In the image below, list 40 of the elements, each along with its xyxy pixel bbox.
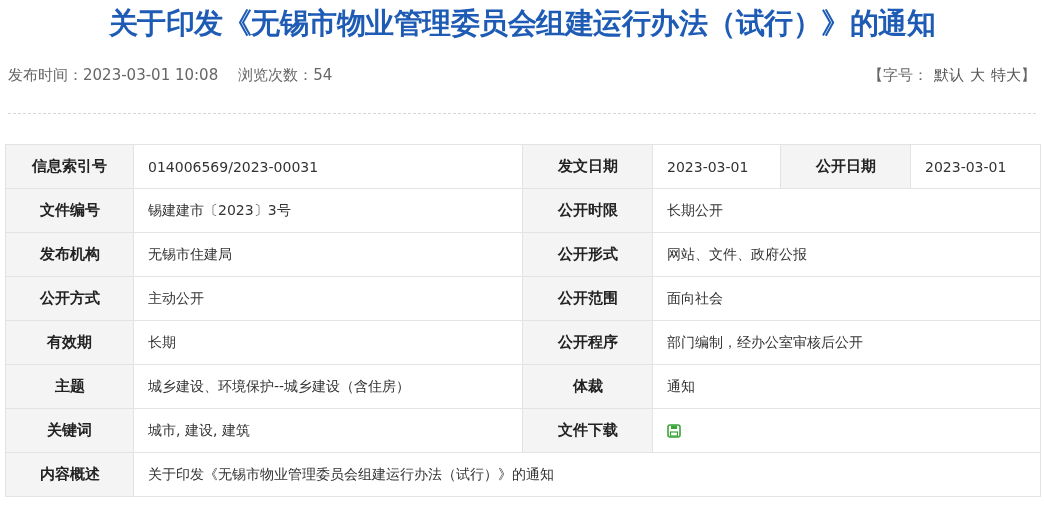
save-icon[interactable] xyxy=(667,423,681,438)
font-size-link[interactable]: 默认 xyxy=(934,66,964,85)
font-size-link[interactable]: 特大 xyxy=(991,66,1021,85)
field-value: 城市, 建设, 建筑 xyxy=(148,421,250,438)
field-label: 文件下载 xyxy=(557,421,618,439)
field-label: 关键词 xyxy=(47,421,92,439)
view-count: 浏览次数：54 xyxy=(238,66,333,85)
field-value: 网站、文件、政府公报 xyxy=(667,245,807,262)
field-label: 公开范围 xyxy=(557,289,618,307)
field-label: 文件编号 xyxy=(39,201,100,219)
field-value: 主动公开 xyxy=(148,289,204,306)
field-value: 长期 xyxy=(148,333,176,350)
field-label: 内容概述 xyxy=(39,465,100,483)
font-size-link[interactable]: 大 xyxy=(970,66,985,85)
field-value: 014006569/2023-00031 xyxy=(148,158,319,175)
field-label: 公开时限 xyxy=(557,201,618,219)
field-label: 主题 xyxy=(54,377,85,395)
field-value: 2023-03-01 xyxy=(925,158,1007,175)
field-value: 2023-03-01 xyxy=(667,158,749,175)
field-label: 公开日期 xyxy=(815,157,876,175)
bracket: 】 xyxy=(1021,66,1036,85)
font-size-label: 【字号： xyxy=(868,66,928,85)
field-value: 锡建建市〔2023〕3号 xyxy=(148,201,291,218)
field-label: 公开方式 xyxy=(39,289,100,307)
field-value: 面向社会 xyxy=(667,289,723,306)
page-title: 关于印发《无锡市物业管理委员会组建运行办法（试行）》的通知 xyxy=(107,5,937,42)
field-value: 部门编制，经办公室审核后公开 xyxy=(667,333,863,350)
field-label: 有效期 xyxy=(47,333,92,351)
field-value: 通知 xyxy=(667,377,695,394)
publish-time: 发布时间：2023-03-01 10:08 xyxy=(8,66,219,85)
field-value: 关于印发《无锡市物业管理委员会组建运行办法（试行）》的通知 xyxy=(148,465,554,482)
field-value: 城乡建设、环境保护--城乡建设（含住房） xyxy=(148,377,411,394)
field-value: 无锡市住建局 xyxy=(148,245,232,262)
field-label: 公开程序 xyxy=(557,333,618,351)
field-label: 体裁 xyxy=(572,377,603,395)
field-value: 长期公开 xyxy=(667,201,723,218)
field-label: 发文日期 xyxy=(557,157,618,175)
field-label: 发布机构 xyxy=(39,245,100,263)
field-label: 公开形式 xyxy=(557,245,618,263)
field-label: 信息索引号 xyxy=(32,157,107,175)
